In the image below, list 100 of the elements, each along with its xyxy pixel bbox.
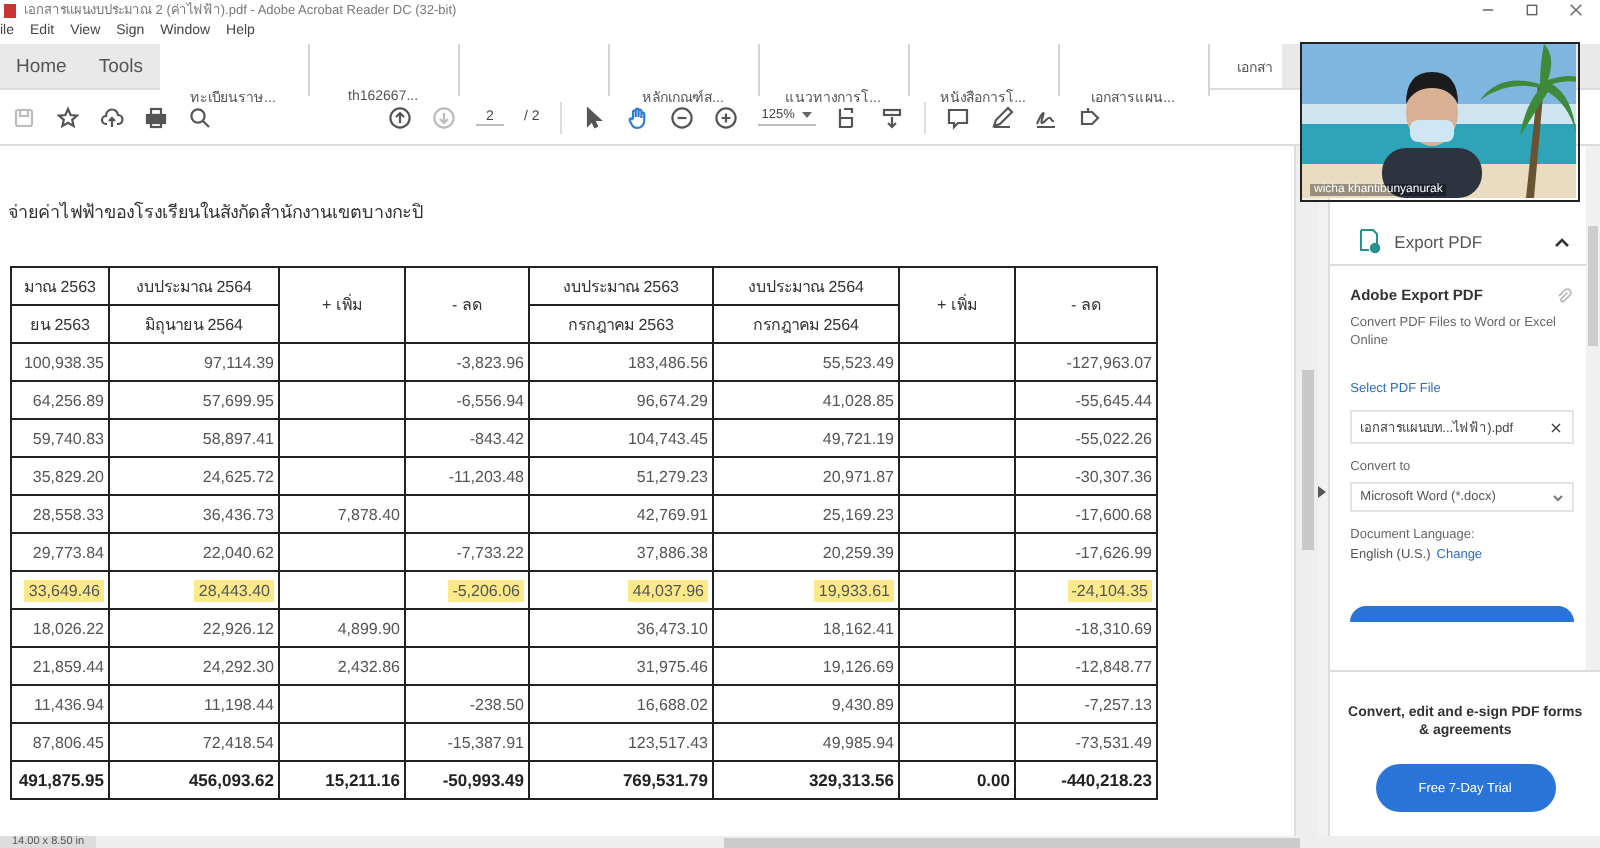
table-cell: 49,985.94: [713, 723, 899, 761]
table-cell: 24,292.30: [109, 647, 279, 685]
column-header: - ลด: [1015, 267, 1157, 343]
table-cell: 97,114.39: [109, 343, 279, 381]
column-header: กรกฎาคม 2563: [529, 305, 713, 343]
column-header: ยน 2563: [11, 305, 109, 343]
total-cell: 0.00: [899, 761, 1015, 799]
column-header: งบประมาณ 2564: [109, 267, 279, 305]
table-cell: 4,899.90: [279, 609, 405, 647]
table-cell: 51,279.23: [529, 457, 713, 495]
table-cell: 29,773.84: [11, 533, 109, 571]
table-cell: 49,721.19: [713, 419, 899, 457]
table-cell: -11,203.48: [405, 457, 529, 495]
column-header: - ลด: [405, 267, 529, 343]
scrollbar-thumb[interactable]: [1301, 370, 1314, 550]
total-cell: 329,313.56: [713, 761, 899, 799]
export-file-icon: [1358, 228, 1383, 254]
table-cell: -24,104.35: [1015, 571, 1157, 609]
panel-scrollbar-thumb[interactable]: [1588, 226, 1598, 346]
table-cell: -7,257.13: [1015, 685, 1157, 723]
table-cell: 22,926.12: [109, 609, 279, 647]
total-cell: 769,531.79: [529, 761, 713, 799]
table-cell: 37,886.38: [529, 533, 713, 571]
table-cell: -3,823.96: [405, 343, 529, 381]
table-cell: 31,975.46: [529, 647, 713, 685]
pointer-icon[interactable]: [581, 105, 606, 129]
chevron-icon: [1554, 235, 1570, 247]
table-cell: 25,169.23: [713, 495, 899, 533]
caret-icon: [802, 111, 813, 119]
restore-icon[interactable]: [1524, 2, 1540, 18]
column-header: งบประมาณ 2563: [529, 267, 713, 305]
table-cell: 19,126.69: [713, 647, 899, 685]
table-cell: 18,026.22: [11, 609, 109, 647]
table-cell: 24,625.72: [109, 457, 279, 495]
table-cell: 100,938.35: [11, 343, 109, 381]
zoom-out-icon[interactable]: [669, 105, 694, 129]
total-cell: -50,993.49: [405, 761, 529, 799]
table-cell: -5,206.06: [405, 571, 529, 609]
table-cell: 104,743.45: [529, 419, 713, 457]
zoom-in-icon[interactable]: [713, 105, 738, 129]
column-header: + เพิ่ม: [899, 267, 1015, 343]
table-cell: 22,040.62: [109, 533, 279, 571]
column-header: มาณ 2563: [11, 267, 109, 305]
table-cell: -17,626.99: [1015, 533, 1157, 571]
table-cell: -6,556.94: [405, 381, 529, 419]
table-cell: 36,436.73: [109, 495, 279, 533]
table-cell: -7,733.22: [405, 533, 529, 571]
close-icon[interactable]: [1568, 2, 1584, 18]
previous-page-icon[interactable]: [388, 105, 412, 129]
table-cell: -30,307.36: [1015, 457, 1157, 495]
table-cell: 28,558.33: [11, 495, 109, 533]
stamp-icon[interactable]: [1078, 105, 1103, 129]
search-icon[interactable]: [188, 105, 212, 129]
comment-icon[interactable]: [946, 105, 971, 129]
table-cell: 19,933.61: [713, 571, 899, 609]
table-cell: 21,859.44: [11, 647, 109, 685]
nav-tab[interactable]: Home: [0, 44, 83, 88]
pen-icon[interactable]: [990, 105, 1015, 129]
table-cell: 41,028.85: [713, 381, 899, 419]
horizontal-scrollbar[interactable]: [724, 838, 1300, 848]
cloud-upload-icon[interactable]: [100, 105, 124, 129]
total-cell: 456,093.62: [109, 761, 279, 799]
table-cell: 183,486.56: [529, 343, 713, 381]
nav-tab[interactable]: Tools: [82, 44, 160, 88]
table-cell: 20,259.39: [713, 533, 899, 571]
hand-icon[interactable]: [625, 105, 650, 129]
table-cell: -12,848.77: [1015, 647, 1157, 685]
table-cell: -843.42: [405, 419, 529, 457]
print-icon[interactable]: [144, 105, 168, 129]
table-cell: 33,649.46: [11, 571, 109, 609]
pdf-icon: [4, 3, 16, 17]
table-cell: -55,022.26: [1015, 419, 1157, 457]
table-cell: 64,256.89: [11, 381, 109, 419]
column-header: งบประมาณ 2564: [713, 267, 899, 305]
table-cell: -15,387.91: [405, 723, 529, 761]
total-cell: 491,875.95: [11, 761, 109, 799]
convert-button[interactable]: [1350, 606, 1574, 623]
paperclip-icon[interactable]: [1554, 286, 1574, 306]
table-cell: 35,829.20: [11, 457, 109, 495]
table-cell: 87,806.45: [11, 723, 109, 761]
total-cell: 15,211.16: [279, 761, 405, 799]
table-cell: 42,769.91: [529, 495, 713, 533]
table-cell: 96,674.29: [529, 381, 713, 419]
table-cell: 59,740.83: [11, 419, 109, 457]
table-cell: 57,699.95: [109, 381, 279, 419]
star-icon[interactable]: [56, 105, 80, 129]
table-cell: 55,523.49: [713, 343, 899, 381]
table-cell: -55,645.44: [1015, 381, 1157, 419]
table-cell: -127,963.07: [1015, 343, 1157, 381]
table-cell: 28,443.40: [109, 571, 279, 609]
clear-icon[interactable]: [1548, 419, 1564, 436]
chevron-down-icon: [1552, 493, 1564, 502]
table-cell: 72,418.54: [109, 723, 279, 761]
scroll-mode-icon[interactable]: [880, 105, 905, 129]
table-cell: -238.50: [405, 685, 529, 723]
table-cell: 2,432.86: [279, 647, 405, 685]
table-cell: -17,600.68: [1015, 495, 1157, 533]
table-cell: 58,897.41: [109, 419, 279, 457]
table-cell: 9,430.89: [713, 685, 899, 723]
table-cell: 44,037.96: [529, 571, 713, 609]
